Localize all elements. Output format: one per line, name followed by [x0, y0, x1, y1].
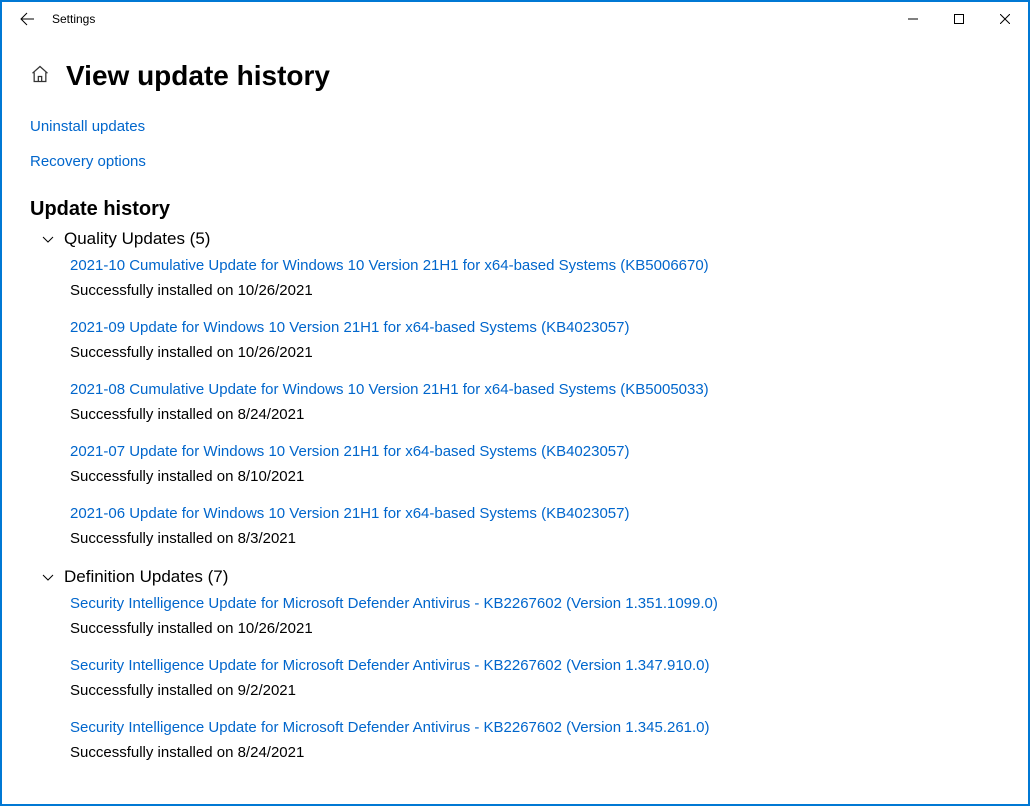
update-link[interactable]: 2021-06 Update for Windows 10 Version 21… — [70, 505, 1000, 522]
content: View update history Uninstall updates Re… — [2, 36, 1028, 761]
update-status: Successfully installed on 10/26/2021 — [70, 282, 1000, 299]
update-link[interactable]: 2021-07 Update for Windows 10 Version 21… — [70, 443, 1000, 460]
update-item: 2021-08 Cumulative Update for Windows 10… — [70, 381, 1000, 423]
update-item: Security Intelligence Update for Microso… — [70, 719, 1000, 761]
page-title: View update history — [66, 60, 330, 92]
window-controls — [890, 2, 1028, 36]
titlebar-left: Settings — [10, 2, 95, 36]
update-link[interactable]: Security Intelligence Update for Microso… — [70, 595, 1000, 612]
close-icon — [1000, 14, 1010, 24]
update-link[interactable]: 2021-08 Cumulative Update for Windows 10… — [70, 381, 1000, 398]
update-link[interactable]: Security Intelligence Update for Microso… — [70, 657, 1000, 674]
update-group: Quality Updates (5) 2021-10 Cumulative U… — [30, 229, 1000, 547]
update-status: Successfully installed on 8/24/2021 — [70, 406, 1000, 423]
update-item: Security Intelligence Update for Microso… — [70, 657, 1000, 699]
update-item: 2021-10 Cumulative Update for Windows 10… — [70, 257, 1000, 299]
update-status: Successfully installed on 8/10/2021 — [70, 468, 1000, 485]
update-status: Successfully installed on 10/26/2021 — [70, 620, 1000, 637]
back-button[interactable] — [10, 2, 44, 36]
update-list: 2021-10 Cumulative Update for Windows 10… — [30, 257, 1000, 547]
update-status: Successfully installed on 8/3/2021 — [70, 530, 1000, 547]
update-link[interactable]: Security Intelligence Update for Microso… — [70, 719, 1000, 736]
home-icon[interactable] — [30, 64, 50, 89]
update-group: Definition Updates (7) Security Intellig… — [30, 567, 1000, 761]
maximize-button[interactable] — [936, 2, 982, 36]
group-title: Definition Updates (7) — [64, 567, 228, 587]
page-header: View update history — [30, 60, 1000, 92]
update-link[interactable]: 2021-10 Cumulative Update for Windows 10… — [70, 257, 1000, 274]
maximize-icon — [954, 14, 964, 24]
group-header[interactable]: Definition Updates (7) — [30, 567, 1000, 587]
history-title: Update history — [30, 198, 1000, 221]
update-item: 2021-06 Update for Windows 10 Version 21… — [70, 505, 1000, 547]
group-header[interactable]: Quality Updates (5) — [30, 229, 1000, 249]
recovery-options-link[interactable]: Recovery options — [30, 153, 1000, 170]
group-title: Quality Updates (5) — [64, 229, 210, 249]
minimize-button[interactable] — [890, 2, 936, 36]
titlebar: Settings — [2, 2, 1028, 36]
chevron-down-icon — [40, 569, 56, 585]
back-arrow-icon — [19, 11, 35, 27]
chevron-down-icon — [40, 231, 56, 247]
app-title: Settings — [52, 12, 95, 26]
minimize-icon — [908, 14, 918, 24]
update-item: 2021-09 Update for Windows 10 Version 21… — [70, 319, 1000, 361]
update-status: Successfully installed on 8/24/2021 — [70, 744, 1000, 761]
update-item: 2021-07 Update for Windows 10 Version 21… — [70, 443, 1000, 485]
update-groups: Quality Updates (5) 2021-10 Cumulative U… — [30, 229, 1000, 761]
update-status: Successfully installed on 10/26/2021 — [70, 344, 1000, 361]
close-button[interactable] — [982, 2, 1028, 36]
update-status: Successfully installed on 9/2/2021 — [70, 682, 1000, 699]
update-list: Security Intelligence Update for Microso… — [30, 595, 1000, 761]
update-item: Security Intelligence Update for Microso… — [70, 595, 1000, 637]
uninstall-updates-link[interactable]: Uninstall updates — [30, 118, 1000, 135]
update-link[interactable]: 2021-09 Update for Windows 10 Version 21… — [70, 319, 1000, 336]
